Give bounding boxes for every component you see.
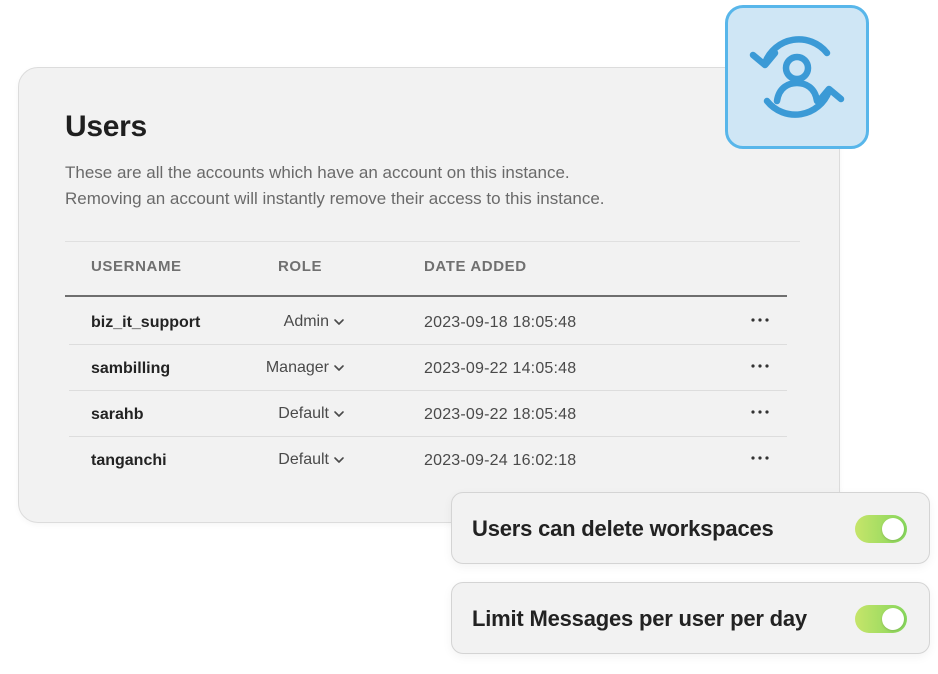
toggle-knob — [882, 518, 904, 540]
date-added-cell: 2023-09-24 16:02:18 — [424, 452, 577, 469]
username-cell: biz_it_support — [91, 314, 201, 331]
user-sync-badge — [725, 5, 869, 149]
role-select[interactable]: Default — [278, 451, 345, 469]
role-value: Default — [278, 405, 329, 422]
date-added-cell: 2023-09-22 18:05:48 — [424, 406, 577, 423]
more-options-icon[interactable] — [749, 309, 771, 331]
column-header-date-added: DATE ADDED — [424, 258, 527, 275]
role-value: Default — [278, 451, 329, 468]
setting-label: Users can delete workspaces — [472, 516, 774, 541]
page-title: Users — [65, 110, 147, 143]
toggle-switch[interactable] — [855, 605, 907, 633]
setting-delete-workspaces: Users can delete workspaces — [451, 492, 930, 564]
table-row: sambilling Manager 2023-09-22 14:05:48 — [69, 345, 787, 391]
panel-description-line-1: These are all the accounts which have an… — [65, 163, 570, 182]
setting-limit-messages: Limit Messages per user per day — [451, 582, 930, 654]
table-row: sarahb Default 2023-09-22 18:05:48 — [69, 391, 787, 437]
table-row: tanganchi Default 2023-09-24 16:02:18 — [69, 437, 787, 483]
username-cell: tanganchi — [91, 452, 167, 469]
toggle-switch[interactable] — [855, 515, 907, 543]
role-value: Manager — [265, 359, 329, 376]
more-options-icon[interactable] — [749, 447, 771, 469]
chevron-down-icon — [334, 457, 344, 463]
table-top-divider — [65, 241, 800, 242]
column-header-username: USERNAME — [91, 258, 182, 275]
chevron-down-icon — [334, 411, 344, 417]
column-header-role: ROLE — [278, 258, 323, 275]
role-select[interactable]: Default — [278, 405, 345, 423]
role-value: Admin — [283, 313, 329, 330]
setting-label: Limit Messages per user per day — [472, 606, 807, 631]
date-added-cell: 2023-09-18 18:05:48 — [424, 314, 577, 331]
users-panel: Users These are all the accounts which h… — [18, 67, 840, 523]
username-cell: sambilling — [91, 360, 171, 377]
panel-description-line-2: Removing an account will instantly remov… — [65, 189, 605, 208]
table-row: biz_it_support Admin 2023-09-18 18:05:48 — [69, 299, 787, 345]
toggle-knob — [882, 608, 904, 630]
date-added-cell: 2023-09-22 14:05:48 — [424, 360, 577, 377]
username-cell: sarahb — [91, 406, 144, 423]
role-select[interactable]: Manager — [266, 359, 345, 377]
chevron-down-icon — [334, 319, 344, 325]
more-options-icon[interactable] — [749, 355, 771, 377]
role-select[interactable]: Admin — [284, 313, 345, 331]
chevron-down-icon — [334, 365, 344, 371]
more-options-icon[interactable] — [749, 401, 771, 423]
user-sync-icon — [749, 36, 845, 118]
table-header-divider — [65, 295, 787, 297]
stage: Users These are all the accounts which h… — [0, 0, 938, 674]
